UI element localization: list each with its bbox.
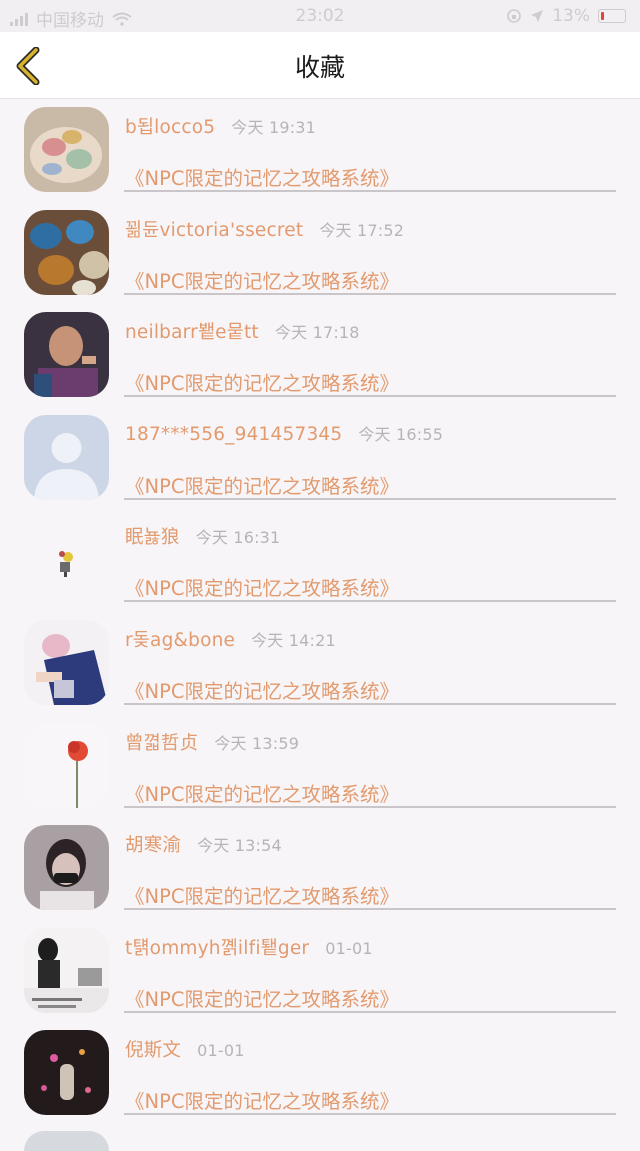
username-text: b됩locco5 — [125, 117, 216, 138]
username-text: t턝ommyh꼙ilfi퇱ger — [125, 937, 310, 959]
username: 胡寒渝 今天 13:54 — [125, 831, 282, 857]
list-item[interactable]: b됩locco5 今天 19:31 《NPC限定的记忆之攻略系统》 — [0, 99, 640, 202]
avatar[interactable] — [24, 1030, 109, 1116]
avatar[interactable] — [24, 1131, 109, 1151]
divider — [124, 292, 616, 295]
location-icon — [531, 10, 544, 22]
divider — [124, 497, 616, 500]
book-title-link[interactable]: 《NPC限定的记忆之攻略系统》 — [125, 880, 399, 909]
divider — [124, 600, 616, 603]
book-title-link[interactable]: 《NPC限定的记忆之攻略系统》 — [125, 162, 399, 191]
timestamp: 今天 14:21 — [251, 630, 336, 650]
username: 眠뇷狼 今天 16:31 — [125, 523, 280, 549]
timestamp: 今天 17:18 — [274, 323, 360, 343]
divider — [124, 1010, 616, 1013]
divider — [124, 190, 616, 192]
rotation-lock-icon — [507, 9, 522, 23]
page-title: 收藏 — [294, 53, 345, 82]
book-title-link[interactable]: 《NPC限定的记忆之攻略系统》 — [125, 367, 399, 396]
list-item[interactable]: 꾊듄victoria'ssecret 今天 17:52 《NPC限定的记忆之攻略系… — [0, 202, 640, 305]
battery-percent: 13% — [552, 6, 590, 26]
status-right: 13% — [506, 6, 626, 26]
username: 꾊듄victoria'ssecret 今天 17:52 — [125, 216, 404, 242]
timestamp: 今天 16:55 — [358, 424, 444, 444]
favorites-list: b됩locco5 今天 19:31 《NPC限定的记忆之攻略系统》 꾊듄victo… — [0, 99, 640, 1125]
list-item[interactable]: 187***556_941457345 今天 16:55 《NPC限定的记忆之攻略… — [0, 407, 640, 510]
list-item[interactable]: neilbarr뵅e뭍tt 今天 17:18 《NPC限定的记忆之攻略系统》 — [0, 304, 640, 407]
list-item[interactable]: t턝ommyh꼙ilfi퇱ger 01-01 《NPC限定的记忆之攻略系统》 — [0, 920, 640, 1023]
username-text: 倪斯文 — [125, 1040, 182, 1062]
avatar[interactable] — [24, 517, 109, 603]
username-text: 曾껿哲贞 — [125, 732, 199, 754]
timestamp: 今天 19:31 — [231, 118, 317, 137]
username-text: 187***556_941457345 — [125, 423, 343, 445]
battery-icon — [598, 9, 626, 23]
timestamp: 今天 16:31 — [195, 528, 281, 548]
username: b됩locco5 今天 19:31 — [125, 113, 316, 139]
divider — [124, 908, 616, 911]
username-text: neilbarr뵅e뭍tt — [125, 322, 259, 344]
book-title-link[interactable]: 《NPC限定的记忆之攻略系统》 — [125, 675, 399, 704]
list-item[interactable]: 曾껿哲贞 今天 13:59 《NPC限定的记忆之攻略系统》 — [0, 715, 640, 818]
book-title-link[interactable]: 《NPC限定的记忆之攻略系统》 — [125, 778, 399, 807]
divider — [124, 395, 616, 398]
avatar[interactable] — [24, 209, 109, 295]
timestamp: 01-01 — [197, 1041, 245, 1061]
timestamp: 今天 13:54 — [197, 836, 282, 856]
username-text: r돚ag&bone — [125, 629, 236, 651]
divider — [124, 1113, 616, 1116]
username: 倪斯文 01-01 — [125, 1036, 245, 1062]
list-item[interactable]: 胡寒渝 今天 13:54 《NPC限定的记忆之攻略系统》 — [0, 817, 640, 920]
list-item[interactable]: 眠뇷狼 今天 16:31 《NPC限定的记忆之攻略系统》 — [0, 509, 640, 612]
timestamp: 今天 13:59 — [214, 733, 300, 753]
avatar[interactable] — [24, 414, 109, 500]
avatar[interactable] — [24, 107, 109, 192]
list-item[interactable]: 倪斯文 01-01 《NPC限定的记忆之攻略系统》 — [0, 1022, 640, 1125]
book-title-link[interactable]: 《NPC限定的记忆之攻略系统》 — [125, 1085, 399, 1114]
timestamp: 01-01 — [325, 938, 373, 958]
username: t턝ommyh꼙ilfi퇱ger 01-01 — [125, 934, 373, 960]
avatar[interactable] — [24, 722, 109, 808]
book-title-link[interactable]: 《NPC限定的记忆之攻略系统》 — [125, 470, 399, 499]
username-text: 胡寒渝 — [125, 835, 182, 857]
book-title-link[interactable]: 《NPC限定的记忆之攻略系统》 — [125, 265, 399, 294]
username: 曾껿哲贞 今天 13:59 — [125, 729, 299, 755]
timestamp: 今天 17:52 — [319, 220, 405, 240]
avatar[interactable] — [24, 619, 109, 705]
username: 187***556_941457345 今天 16:55 — [125, 421, 443, 445]
username: r돚ag&bone 今天 14:21 — [125, 626, 336, 652]
avatar[interactable] — [24, 312, 109, 398]
status-bar: 中国移动 23:02 13% — [0, 0, 640, 32]
nav-bar: 收藏 — [0, 32, 640, 99]
avatar[interactable] — [24, 825, 109, 911]
username: neilbarr뵅e뭍tt 今天 17:18 — [125, 318, 360, 344]
book-title-link[interactable]: 《NPC限定的记忆之攻略系统》 — [125, 983, 399, 1012]
username-text: 眠뇷狼 — [125, 527, 180, 549]
book-title-link[interactable]: 《NPC限定的记忆之攻略系统》 — [125, 572, 399, 601]
divider — [124, 805, 616, 808]
username-text: 꾊듄victoria'ssecret — [125, 219, 304, 241]
divider — [124, 702, 616, 705]
list-item[interactable]: r돚ag&bone 今天 14:21 《NPC限定的记忆之攻略系统》 — [0, 612, 640, 715]
avatar[interactable] — [24, 927, 109, 1013]
